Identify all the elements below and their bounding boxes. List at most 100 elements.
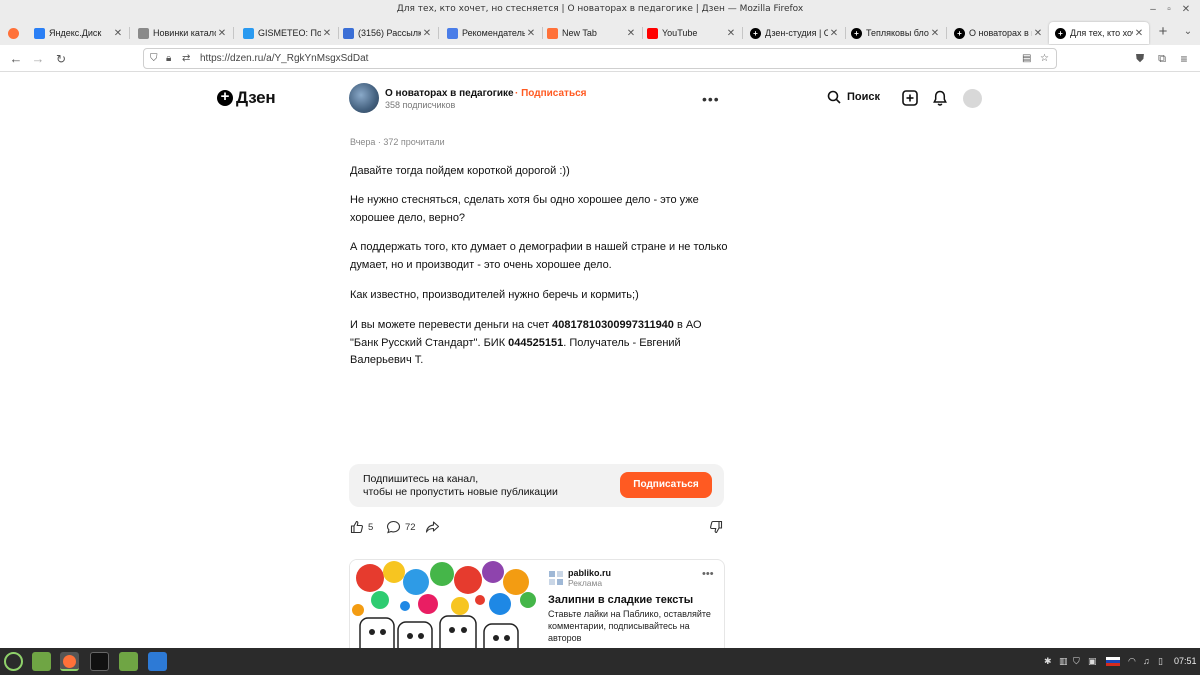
new-tab-icon[interactable]: + bbox=[1155, 24, 1171, 40]
back-icon[interactable]: ← bbox=[8, 51, 24, 67]
bik-number: 044525151 bbox=[508, 336, 564, 349]
tab-close-icon[interactable]: ✕ bbox=[216, 28, 228, 39]
search-button[interactable]: Поиск bbox=[827, 90, 880, 104]
hamburger-menu-icon[interactable]: ≡ bbox=[1176, 51, 1192, 67]
article-meta: Вчера · 372 прочитали bbox=[350, 137, 445, 147]
minimize-icon[interactable]: – bbox=[1146, 3, 1160, 17]
tab-strip: + ⌄ Яндекс.Диск ✕ Новинки каталог ✕ GISMETEO… bbox=[0, 20, 1200, 45]
ad-more-options-icon[interactable]: ••• bbox=[702, 568, 714, 580]
close-window-icon[interactable]: ✕ bbox=[1179, 3, 1193, 17]
system-info-icon[interactable]: ▥ bbox=[1059, 656, 1068, 667]
lock-icon[interactable]: 🔒︎ bbox=[166, 53, 171, 64]
bluetooth-icon[interactable]: ✱ bbox=[1044, 656, 1052, 667]
yandex-disk-icon bbox=[34, 27, 45, 39]
tab-11[interactable]: + Для тех, кто хоче✕ bbox=[1049, 22, 1149, 44]
tab-6[interactable]: New Tab ✕ bbox=[541, 22, 641, 44]
share-arrow-icon bbox=[425, 521, 440, 533]
search-icon bbox=[827, 90, 841, 104]
tab-5[interactable]: Рекомендательные✕ bbox=[441, 22, 541, 44]
text-editor-icon[interactable] bbox=[148, 652, 167, 671]
firefox-logo-icon bbox=[63, 655, 76, 668]
tab-label: Для тех, кто хоче bbox=[1070, 28, 1133, 38]
forward-icon[interactable]: → bbox=[30, 51, 46, 67]
tab-close-icon[interactable]: ✕ bbox=[421, 28, 433, 39]
tab-close-icon[interactable]: ✕ bbox=[725, 28, 737, 39]
network-icon[interactable]: ▣ bbox=[1088, 656, 1097, 667]
ad-source[interactable]: pabliko.ru bbox=[568, 568, 611, 578]
ad-title[interactable]: Залипни в сладкие тексты bbox=[548, 594, 693, 606]
tab-label: Дзен-студия | О bbox=[765, 28, 828, 38]
subscribe-prompt: Подпишитесь на канал, чтобы не пропустит… bbox=[349, 464, 724, 507]
tab-label: YouTube bbox=[662, 28, 698, 38]
files-icon[interactable] bbox=[119, 652, 138, 671]
tab-7[interactable]: YouTube ✕ bbox=[641, 22, 741, 44]
tab-8[interactable]: + Дзен-студия | О ✕ bbox=[744, 22, 844, 44]
tab-close-icon[interactable]: ✕ bbox=[525, 28, 537, 39]
article-actions: 5 72 bbox=[350, 520, 725, 536]
tab-10[interactable]: + О новаторах в пе✕ bbox=[948, 22, 1048, 44]
share-button[interactable] bbox=[425, 520, 444, 534]
tab-close-icon[interactable]: ✕ bbox=[321, 28, 333, 39]
reload-icon[interactable]: ↻ bbox=[53, 51, 69, 67]
gismeteo-icon bbox=[243, 27, 254, 39]
notifications-bell-icon[interactable] bbox=[931, 89, 949, 107]
bookmark-star-icon[interactable]: ☆ bbox=[1040, 53, 1049, 64]
mail-icon bbox=[343, 27, 354, 39]
like-count: 5 bbox=[368, 521, 374, 533]
tab-close-icon[interactable]: ✕ bbox=[828, 28, 840, 39]
user-avatar[interactable] bbox=[963, 89, 982, 108]
tab-label: Новинки каталог bbox=[153, 28, 216, 38]
paint-splash-image bbox=[352, 561, 536, 658]
document-icon bbox=[138, 27, 149, 39]
tab-close-icon[interactable]: ✕ bbox=[929, 28, 941, 39]
terminal-icon[interactable] bbox=[90, 652, 109, 671]
dzen-logo[interactable]: Дзен bbox=[217, 88, 276, 108]
tab-close-icon[interactable]: ✕ bbox=[625, 28, 637, 39]
add-post-icon[interactable] bbox=[901, 89, 919, 107]
dislike-button[interactable] bbox=[709, 520, 727, 534]
ad-card[interactable]: pabliko.ru Реклама ••• Залипни в сладкие… bbox=[349, 559, 725, 659]
subscribe-prompt-line-2: чтобы не пропустить новые публикации bbox=[363, 486, 558, 498]
tab-4[interactable]: (3156) Рассылки ✕ bbox=[337, 22, 437, 44]
tab-close-icon[interactable]: ✕ bbox=[112, 28, 124, 39]
tab-close-icon[interactable]: ✕ bbox=[1133, 28, 1145, 39]
firefox-taskbar-icon[interactable] bbox=[60, 652, 79, 671]
maximize-icon[interactable]: ▫ bbox=[1162, 3, 1176, 17]
tab-2[interactable]: Новинки каталог ✕ bbox=[132, 22, 232, 44]
firefox-menu-icon[interactable] bbox=[2, 22, 24, 44]
article-paragraph-3: А поддержать того, кто думает о демограф… bbox=[350, 241, 728, 271]
ad-image[interactable] bbox=[350, 560, 539, 658]
dzen-logo-text: Дзен bbox=[236, 88, 276, 107]
article-paragraph-4: Как известно, производителей нужно береч… bbox=[350, 289, 639, 301]
tab-close-icon[interactable]: ✕ bbox=[1032, 28, 1044, 39]
battery-icon[interactable]: ▯ bbox=[1158, 656, 1163, 667]
like-button[interactable]: 5 bbox=[350, 520, 373, 534]
tab-3[interactable]: GISMETEO: Погода✕ bbox=[237, 22, 337, 44]
channel-name[interactable]: О новаторах в педагогике bbox=[385, 88, 514, 99]
permissions-icon[interactable]: ⇄ bbox=[182, 53, 190, 64]
update-shield-icon[interactable]: ⛉ bbox=[1073, 656, 1080, 667]
firefox-icon bbox=[547, 27, 558, 39]
reader-view-icon[interactable]: ▤ bbox=[1022, 53, 1031, 64]
wifi-icon[interactable]: ◠ bbox=[1128, 656, 1136, 667]
comments-button[interactable]: 72 bbox=[386, 520, 416, 534]
show-desktop-icon[interactable] bbox=[32, 652, 51, 671]
url-bar[interactable]: ⛉ 🔒︎ ⇄ https://dzen.ru/a/Y_RgkYnMsgxSdDa… bbox=[143, 48, 1057, 69]
subscribe-button[interactable]: Подписаться bbox=[620, 472, 712, 498]
channel-avatar[interactable] bbox=[349, 83, 379, 113]
pocket-icon[interactable]: ⛊ bbox=[1132, 51, 1148, 67]
tab-list-chevron-icon[interactable]: ⌄ bbox=[1180, 24, 1196, 40]
tab-9[interactable]: + Тепляковы блог ✕ bbox=[845, 22, 945, 44]
mint-menu-icon[interactable] bbox=[4, 652, 23, 671]
subscribe-prompt-line-1: Подпишитесь на канал, bbox=[363, 473, 479, 485]
tab-1[interactable]: Яндекс.Диск ✕ bbox=[28, 22, 128, 44]
channel-subscribe-link[interactable]: · Подписаться bbox=[515, 88, 587, 99]
comment-count: 72 bbox=[405, 521, 416, 533]
clock[interactable]: 07:51 bbox=[1174, 656, 1197, 666]
keyboard-layout-flag-icon[interactable] bbox=[1106, 657, 1120, 666]
sound-icon[interactable]: ♫ bbox=[1143, 656, 1150, 666]
shield-icon[interactable]: ⛉ bbox=[150, 53, 158, 64]
url-text[interactable]: https://dzen.ru/a/Y_RgkYnMsgxSdDat bbox=[200, 53, 368, 64]
more-options-icon[interactable]: ••• bbox=[702, 91, 720, 107]
extensions-icon[interactable]: ⧉ bbox=[1154, 51, 1170, 67]
